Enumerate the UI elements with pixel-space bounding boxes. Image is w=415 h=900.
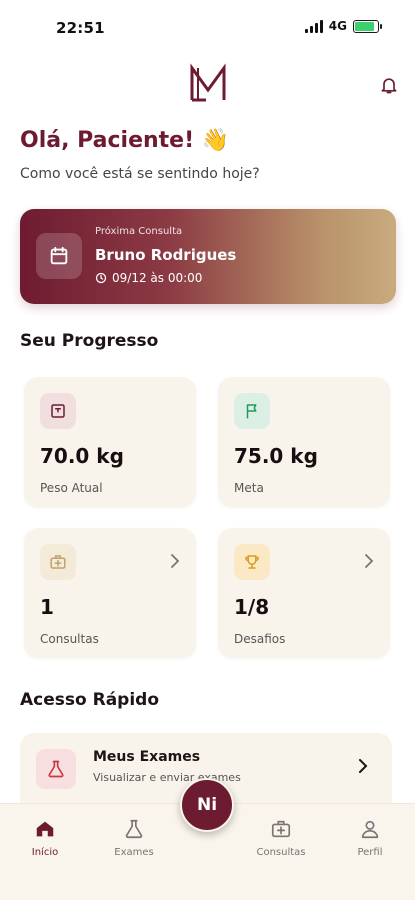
battery-icon [353, 19, 382, 33]
tab-appointments[interactable]: Consultas [246, 818, 316, 858]
tab-home[interactable]: Início [10, 818, 80, 858]
status-icons: 4G [304, 19, 382, 33]
tab-profile[interactable]: Perfil [335, 818, 405, 858]
logo [190, 63, 226, 102]
status-bar: 22:51 4G [0, 0, 415, 56]
clock-icon [95, 272, 107, 284]
network-label: 4G [328, 19, 347, 33]
progress-title: Seu Progresso [20, 331, 159, 351]
bell-icon[interactable] [379, 74, 399, 96]
stat-label: Peso Atual [40, 481, 103, 495]
greeting-title: Olá, Paciente! 👋 [20, 128, 230, 153]
flask-icon [36, 749, 76, 789]
stat-label: Consultas [40, 632, 99, 646]
status-time: 22:51 [56, 19, 105, 37]
tab-label: Perfil [357, 847, 383, 858]
next-appointment-label: Próxima Consulta [95, 226, 183, 237]
scale-icon [40, 393, 76, 429]
stat-card-goal: 75.0 kg Meta [218, 377, 390, 507]
tab-exams[interactable]: Exames [99, 818, 169, 858]
calendar-icon [36, 233, 82, 279]
next-appointment-time: 09/12 às 00:00 [95, 271, 202, 285]
medical-case-icon [40, 544, 76, 580]
stat-label: Desafios [234, 632, 286, 646]
chevron-right-icon [171, 554, 180, 568]
next-appointment-card[interactable]: Próxima Consulta Bruno Rodrigues 09/12 à… [20, 209, 396, 304]
stat-value: 75.0 kg [234, 444, 318, 468]
quick-access-title-text: Meus Exames [93, 749, 201, 765]
stat-value: 1/8 [234, 595, 270, 619]
signal-icon [304, 19, 323, 33]
next-appointment-datetime: 09/12 às 00:00 [112, 271, 203, 285]
chevron-right-icon [359, 759, 368, 773]
stat-label: Meta [234, 481, 264, 495]
chevron-right-icon [365, 554, 374, 568]
trophy-icon [234, 544, 270, 580]
flag-icon [234, 393, 270, 429]
stat-card-challenges[interactable]: 1/8 Desafios [218, 528, 390, 658]
tab-label: Consultas [256, 847, 306, 858]
person-icon [361, 820, 379, 839]
flask-icon [125, 819, 143, 839]
tab-label: Exames [114, 847, 154, 858]
stat-card-weight: 70.0 kg Peso Atual [24, 377, 196, 507]
home-icon [36, 821, 54, 837]
medical-case-icon [271, 820, 291, 838]
stat-value: 1 [40, 595, 54, 619]
quick-access-title: Acesso Rápido [20, 690, 160, 710]
next-appointment-name: Bruno Rodrigues [95, 246, 237, 264]
chat-fab-button[interactable]: Ni [180, 778, 234, 832]
greeting-subtitle: Como você está se sentindo hoje? [20, 166, 260, 182]
tab-label: Início [31, 847, 59, 858]
stat-value: 70.0 kg [40, 444, 124, 468]
stat-card-appointments[interactable]: 1 Consultas [24, 528, 196, 658]
